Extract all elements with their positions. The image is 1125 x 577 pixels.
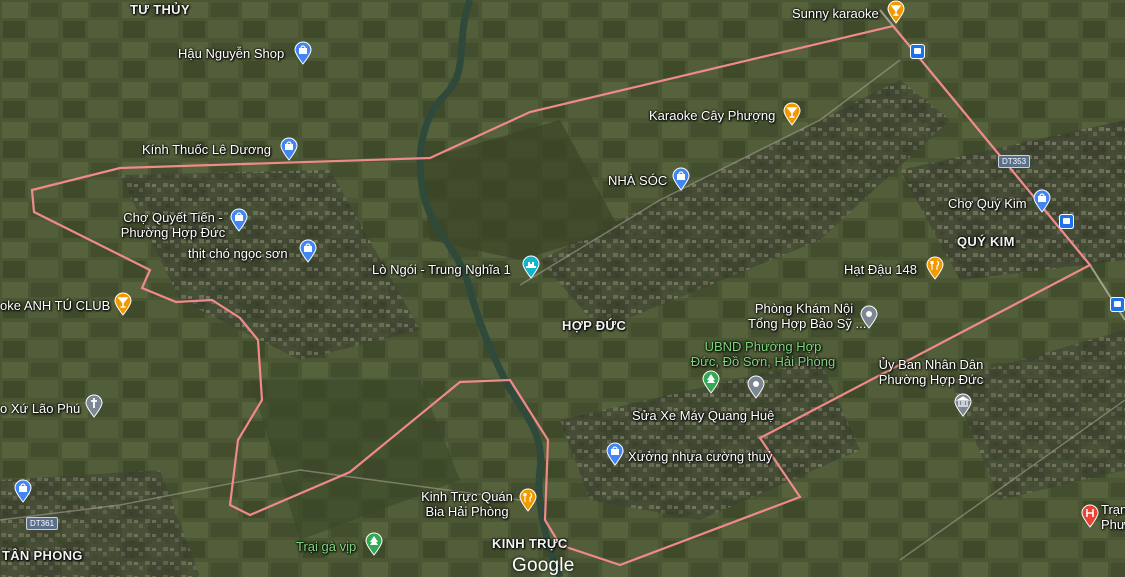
place-label-xu-lao-phu: o Xứ Lão Phú [0, 401, 81, 416]
park-pin-icon[interactable] [364, 532, 384, 556]
shopping-pin-icon[interactable] [1032, 189, 1052, 213]
place-label-cho-quyet-tien: Chợ Quyết Tiến - Phường Hợp Đức [118, 210, 228, 240]
shopping-pin-icon[interactable] [293, 41, 313, 65]
park-pin-icon[interactable] [701, 370, 721, 394]
government-building-pin-icon[interactable] [953, 393, 973, 417]
area-label-hop-duc: HỢP ĐỨC [562, 318, 627, 333]
place-label-hau-nguyen-shop: Hậu Nguyễn Shop [178, 46, 285, 61]
place-label-sunny-karaoke: Sunny karaoke [792, 6, 879, 21]
place-label-uy-ban: Ủy Ban Nhân Dân Phường Hợp Đức [872, 357, 990, 387]
place-label-line: Chợ Quyết Tiến - [123, 210, 223, 225]
road-badge-dt361: DT361 [26, 517, 59, 530]
restaurant-pin-icon[interactable] [518, 488, 538, 512]
area-label-tu-thuy: TƯ THỦY [130, 2, 190, 17]
karaoke-pin-icon[interactable] [782, 102, 802, 126]
place-label-trai-ga: Trại gà vịp [296, 539, 357, 554]
area-label-kinh-truc: KINH TRỰC [492, 536, 568, 551]
place-label-karaoke-anh-tu: oke ANH TÚ CLUB [0, 298, 111, 313]
place-label-line: Bia Hải Phòng [425, 504, 509, 519]
place-label-nha-soc: NHÀ SÓC [608, 173, 668, 188]
shopping-pin-icon[interactable] [279, 137, 299, 161]
place-label-xuong-nhua: Xưởng nhựa cường thuỷ [628, 449, 773, 464]
place-label-line: Tổng Hợp Bảo Sỹ ... [748, 316, 867, 331]
place-label-cho-quy-kim: Chợ Quý Kim [948, 196, 1027, 211]
place-label-lo-ngoi: Lò Ngói - Trung Nghĩa 1 [372, 262, 511, 277]
place-label-karaoke-cay-phuong: Karaoke Cây Phượng [649, 108, 776, 123]
place-label-thit-cho: thịt chó ngọc sơn [188, 246, 288, 261]
bus-stop-icon[interactable] [1110, 297, 1125, 312]
road-badge-dt353: DT353 [998, 155, 1031, 168]
satellite-map[interactable] [0, 0, 1125, 577]
shopping-pin-icon[interactable] [13, 479, 33, 503]
place-label-line: Ủy Ban Nhân Dân [878, 357, 984, 372]
place-label-line: Phường Hợp Đức [878, 372, 984, 387]
restaurant-pin-icon[interactable] [925, 256, 945, 280]
bus-stop-icon[interactable] [910, 44, 925, 59]
karaoke-pin-icon[interactable] [113, 292, 133, 316]
place-label-ubnd: UBND Phường Hợp Đức, Đồ Sơn, Hải Phòng [688, 339, 838, 369]
place-label-line: Kinh Trực Quán [421, 489, 513, 504]
place-label-line: Phòng Khám Nội [754, 301, 854, 316]
place-label-line: Phư [1101, 517, 1125, 532]
shopping-pin-icon[interactable] [298, 239, 318, 263]
place-label-phong-kham: Phòng Khám Nội Tổng Hợp Bảo Sỹ ... [748, 301, 867, 331]
place-label-kinh-thuoc: Kính Thuốc Lê Dương [142, 142, 272, 157]
shopping-pin-icon[interactable] [229, 208, 249, 232]
place-label-line: UBND Phường Hợp [704, 339, 822, 354]
place-label-kinh-truc-quan: Kinh Trực Quán Bia Hải Phòng [412, 489, 522, 519]
karaoke-pin-icon[interactable] [886, 0, 906, 24]
place-label-line: Trạn [1101, 502, 1125, 517]
place-label-line: Phường Hợp Đức [120, 225, 226, 240]
hospital-pin-icon[interactable] [1080, 504, 1100, 528]
area-label-quy-kim: QUÝ KIM [957, 234, 1015, 249]
attraction-pin-icon[interactable] [521, 255, 541, 279]
place-label-sua-xe: Sửa Xe Máy Quang Huệ [632, 408, 775, 423]
area-label-tan-phong: TÂN PHONG [2, 548, 83, 563]
place-label-line: Đức, Đồ Sơn, Hải Phòng [690, 354, 836, 369]
place-label-hat-dau: Hạt Đậu 148 [844, 262, 917, 277]
location-pin-icon[interactable] [746, 375, 766, 399]
google-logo: Google [512, 555, 575, 576]
shopping-pin-icon[interactable] [671, 167, 691, 191]
location-pin-icon[interactable] [859, 305, 879, 329]
bus-stop-icon[interactable] [1059, 214, 1074, 229]
shopping-pin-icon[interactable] [605, 442, 625, 466]
church-pin-icon[interactable] [84, 394, 104, 418]
place-label-tram: Trạn Phư [1101, 502, 1125, 532]
